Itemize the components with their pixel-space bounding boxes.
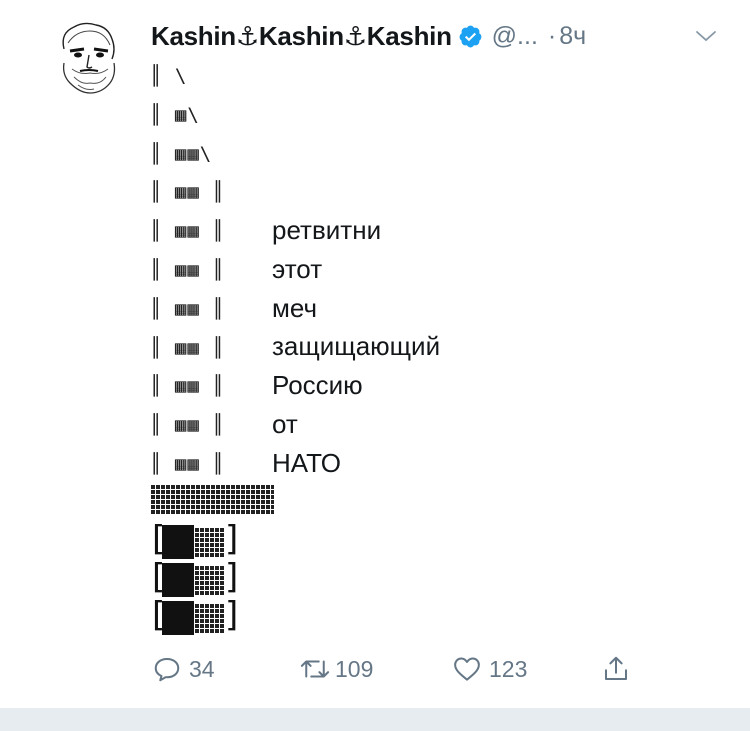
chevron-down-icon[interactable]	[694, 24, 718, 48]
sword-hilt-segment: [ ]	[152, 557, 239, 597]
reply-count: 34	[189, 655, 215, 682]
sword-guard-art	[150, 484, 274, 514]
tweet-text: ретвитни этот меч защищающий Россию от Н…	[272, 211, 440, 483]
retweet-icon	[300, 660, 330, 678]
like-icon	[454, 657, 480, 681]
share-icon	[605, 656, 627, 680]
like-button[interactable]: 123	[452, 654, 527, 684]
tweet-header: Kashin⚓Kashin⚓Kashin @... · 8ч	[151, 14, 586, 58]
share-button[interactable]	[601, 654, 631, 684]
user-handle[interactable]: @...	[492, 22, 538, 51]
timeline-separator	[0, 708, 750, 731]
sword-blade-art: ║ \ ║ ▦\ ║ ▦▦\ ║ ▦▦ ║ ║ ▦▦ ║ ║ ▦▦ ║ ║ ▦▦…	[150, 65, 225, 475]
tweet-text-line: ретвитни	[272, 215, 382, 245]
sword-hilt-segment: [ ]	[152, 595, 239, 635]
sword-hilt-segment: [ ]	[152, 519, 239, 559]
retweet-count: 109	[335, 655, 374, 682]
like-count: 123	[489, 655, 528, 682]
tweet-text-line: Россию	[272, 370, 363, 401]
reply-button[interactable]: 34	[152, 654, 215, 684]
tweet-text-line: от	[272, 408, 298, 439]
verified-badge-icon	[459, 25, 482, 47]
separator-dot: ·	[547, 21, 557, 50]
avatar-portrait	[62, 22, 116, 94]
tweet-text-line: защищающий	[272, 331, 441, 362]
display-name[interactable]: Kashin⚓Kashin⚓Kashin	[151, 21, 452, 52]
tweet-text-line: этот	[272, 253, 323, 284]
reply-icon	[154, 658, 180, 682]
avatar[interactable]	[50, 19, 128, 97]
retweet-button[interactable]: 109	[298, 654, 373, 684]
tweet-text-line: НАТО	[272, 447, 342, 478]
tweet-text-line: меч	[272, 292, 318, 323]
timestamp[interactable]: 8ч	[559, 22, 586, 51]
